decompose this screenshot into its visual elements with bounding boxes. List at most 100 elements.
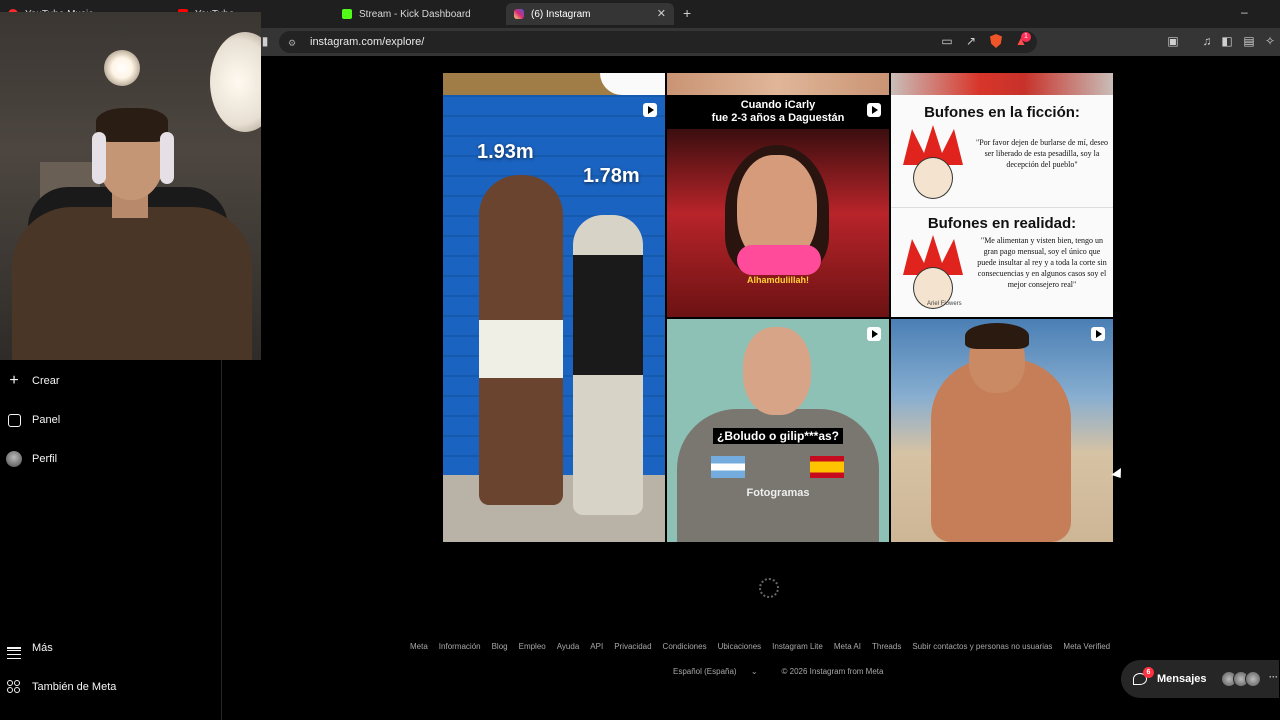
recent-contacts-avatars: [1221, 671, 1261, 687]
height-label-right: 1.78m: [583, 165, 640, 187]
footer-link[interactable]: Threads: [872, 642, 901, 651]
footer-link[interactable]: Ayuda: [557, 642, 580, 651]
messages-label: Mensajes: [1157, 673, 1207, 685]
sidebar-item-label: Panel: [32, 414, 61, 426]
tab-label: (6) Instagram: [531, 8, 591, 20]
loading-spinner-icon: [759, 578, 779, 598]
streamer-torso: [12, 207, 252, 360]
footer-meta: Español (España) ⌄ © 2026 Instagram from…: [673, 667, 895, 676]
tab-instagram[interactable]: (6) Instagram ✕: [506, 3, 674, 25]
tab-label: Stream - Kick Dashboard: [359, 8, 471, 20]
explore-tile-partial[interactable]: [667, 73, 889, 95]
footer-links: Meta Información Blog Empleo Ayuda API P…: [410, 642, 1121, 651]
reel-icon: [867, 327, 881, 341]
ceiling-lamp: [104, 50, 140, 86]
screenshot-icon[interactable]: ▣: [1166, 34, 1180, 48]
sidebar-item-tambien-de-meta[interactable]: También de Meta: [0, 671, 221, 703]
language-select[interactable]: Español (España) ⌄: [673, 667, 770, 676]
panel-icon: [6, 412, 22, 428]
explore-tile-icarly[interactable]: Cuando iCarly fue 2-3 años a Daguestán A…: [667, 95, 889, 317]
messages-button[interactable]: 6 Mensajes ···: [1121, 660, 1279, 698]
sidebar-item-label: Más: [32, 642, 53, 654]
person-shirt: [573, 255, 643, 375]
cast-icon[interactable]: ▭: [940, 34, 954, 48]
site-settings-icon[interactable]: ⚙: [288, 38, 301, 48]
language-label: Español (España): [673, 667, 737, 676]
argentina-flag-icon: [711, 456, 745, 478]
brand-watermark: Fotogramas: [746, 487, 810, 499]
meta-icon: [6, 679, 22, 695]
artist-credit: Ariel Flowers: [927, 301, 962, 307]
tile-caption: Cuando iCarly fue 2-3 años a Daguestán: [667, 95, 889, 129]
notification-badge: 1: [1021, 32, 1031, 42]
sidebar-item-label: Crear: [32, 375, 60, 387]
sidebar-item-label: Perfil: [32, 453, 58, 465]
media-icon[interactable]: ♫: [1200, 34, 1214, 48]
meme-heading: Bufones en la ficción:: [924, 104, 1080, 121]
spain-flag-icon: [810, 456, 844, 478]
sidebar-item-label: También de Meta: [32, 681, 117, 693]
sidebar-item-panel[interactable]: Panel: [0, 404, 221, 436]
lamp-shade: [210, 32, 261, 132]
caption-text: ¿Boludo o gilip***as?: [713, 428, 843, 444]
menu-icon: [6, 640, 22, 660]
address-bar[interactable]: ⚙ instagram.com/explore/: [279, 31, 1037, 53]
figure-hair: [965, 323, 1029, 349]
wallet-icon[interactable]: ▤: [1242, 34, 1256, 48]
footer-link[interactable]: Subir contactos y personas no usuarias: [912, 642, 1052, 651]
more-icon[interactable]: ···: [1269, 672, 1278, 682]
footer-link[interactable]: Instagram Lite: [772, 642, 823, 651]
reel-icon: [867, 103, 881, 117]
headphone-left: [92, 132, 106, 184]
explore-tile-wrestlers[interactable]: 1.93m 1.78m: [443, 95, 665, 542]
footer-link[interactable]: Ubicaciones: [718, 642, 762, 651]
footer-link[interactable]: Meta: [410, 642, 428, 651]
caption-line: Cuando iCarly: [740, 99, 816, 111]
share-icon[interactable]: ↗: [964, 34, 978, 48]
explore-tile-partial[interactable]: [891, 73, 1113, 95]
footer-link[interactable]: Empleo: [519, 642, 546, 651]
reel-icon: [1091, 327, 1105, 341]
height-label-left: 1.93m: [477, 141, 534, 163]
sidebar-item-crear[interactable]: + Crear: [0, 365, 221, 397]
sidebar-toggle-icon[interactable]: ◧: [1220, 34, 1234, 48]
footer-link[interactable]: Condiciones: [663, 642, 707, 651]
wrestler-shorts: [479, 320, 563, 378]
url-text: instagram.com/explore/: [310, 36, 425, 48]
messages-count-badge: 6: [1143, 667, 1154, 678]
explore-tile-fotogramas[interactable]: ¿Boludo o gilip***as? Fotogramas: [667, 319, 889, 542]
new-tab-button[interactable]: +: [683, 5, 691, 21]
sidebar-item-perfil[interactable]: Perfil: [0, 443, 221, 475]
chevron-down-icon: ⌄: [750, 667, 758, 676]
footer-link[interactable]: Meta Verified: [1063, 642, 1110, 651]
tile-caption: ¿Boludo o gilip***as?: [667, 428, 889, 444]
sidebar-item-mas[interactable]: Más: [0, 632, 221, 664]
caption-line: fue 2-3 años a Daguestán: [711, 112, 845, 124]
minimize-icon[interactable]: –: [1241, 5, 1248, 19]
headphone-right: [160, 132, 174, 184]
footer-link[interactable]: API: [590, 642, 603, 651]
divider: [891, 207, 1113, 208]
explore-tile-beach[interactable]: [891, 319, 1113, 542]
close-tab-icon[interactable]: ✕: [657, 7, 666, 20]
meme-quote: "Por favor dejen de burlarse de mí, dese…: [975, 138, 1109, 169]
explore-tile-partial-edge: [600, 73, 665, 95]
meme-heading: Bufones en realidad:: [927, 215, 1077, 232]
kick-icon: [342, 9, 352, 19]
tab-kick-dashboard[interactable]: Stream - Kick Dashboard: [334, 3, 504, 25]
explore-tile-bufones[interactable]: Bufones en la ficción: "Por favor dejen …: [891, 95, 1113, 317]
instagram-icon: [514, 9, 524, 19]
reel-icon: [643, 103, 657, 117]
footer-link[interactable]: Blog: [492, 642, 508, 651]
leo-ai-icon[interactable]: ✧: [1263, 34, 1277, 48]
copyright: © 2026 Instagram from Meta: [781, 667, 884, 676]
footer-link[interactable]: Información: [439, 642, 481, 651]
streamer-hair: [96, 108, 168, 142]
instagram-sidebar: + Crear Panel Perfil Más También de Meta: [0, 360, 222, 720]
footer-link[interactable]: Privacidad: [614, 642, 651, 651]
figure-face: [743, 327, 811, 415]
footer-link[interactable]: Meta AI: [834, 642, 861, 651]
meme-quote: "Me alimentan y visten bien, tengo un gr…: [977, 236, 1107, 289]
boxing-gloves: [737, 245, 821, 275]
plus-icon: +: [9, 372, 19, 389]
